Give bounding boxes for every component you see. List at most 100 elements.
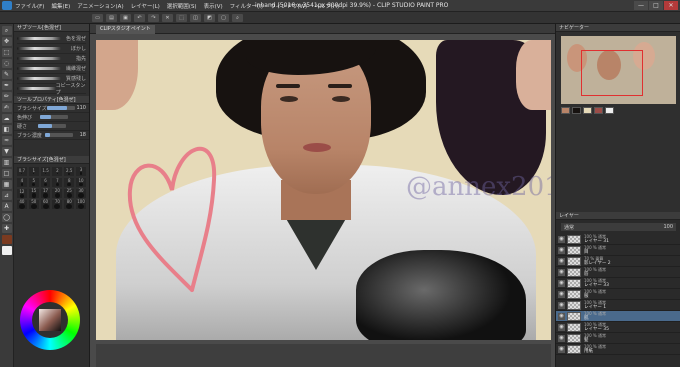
minimize-button[interactable]: — xyxy=(634,1,648,10)
opacity-value[interactable]: 100 xyxy=(663,224,673,230)
navigator-preview[interactable] xyxy=(561,36,676,104)
new-file-icon[interactable]: ▭ xyxy=(92,13,103,22)
visibility-eye-icon[interactable]: ◉ xyxy=(558,301,565,309)
layer-row[interactable]: ◉ 100 % 通常髪 xyxy=(556,333,680,344)
brush-size-cell[interactable]: 0.7 xyxy=(17,167,27,176)
brush-size-cell[interactable]: 2.5 xyxy=(64,167,75,176)
brush-item[interactable]: 色を混ぜ xyxy=(17,34,86,44)
transform-icon[interactable]: ⬚ xyxy=(176,13,187,22)
menu-edit[interactable]: 編集(E) xyxy=(51,2,70,10)
eraser-tool-icon[interactable]: ◧ xyxy=(1,125,12,134)
pen-tool-icon[interactable]: ✒ xyxy=(1,81,12,90)
brush-size-cell[interactable]: 80 xyxy=(64,200,75,209)
brush-item[interactable]: 指先 xyxy=(17,54,86,64)
layer-row[interactable]: ◉ 100 % 通常 レイヤー 31 xyxy=(556,234,680,245)
canvas-tab[interactable]: CLIPスタジオペイント xyxy=(96,25,155,34)
frame-tool-icon[interactable]: ▦ xyxy=(1,180,12,189)
pencil-tool-icon[interactable]: ✏ xyxy=(1,92,12,101)
correction-tool-icon[interactable]: ✚ xyxy=(1,224,12,233)
move-tool-icon[interactable]: ✥ xyxy=(1,37,12,46)
brush-item[interactable]: ぼかし xyxy=(17,44,86,54)
visibility-eye-icon[interactable]: ◉ xyxy=(558,257,565,265)
brush-size-cell[interactable]: 70 xyxy=(52,200,63,209)
select-tool-icon[interactable]: ⬚ xyxy=(1,48,12,57)
color-swatch[interactable] xyxy=(594,107,603,114)
border-icon[interactable]: ▢ xyxy=(218,13,229,22)
visibility-eye-icon[interactable]: ◉ xyxy=(558,345,565,353)
menu-layer[interactable]: レイヤー(L) xyxy=(131,2,160,10)
fill-tool-icon[interactable]: ▼ xyxy=(1,147,12,156)
close-button[interactable]: ✕ xyxy=(664,1,678,10)
invert-icon[interactable]: ◩ xyxy=(204,13,215,22)
color-swatch[interactable] xyxy=(605,107,614,114)
visibility-eye-icon[interactable]: ◉ xyxy=(558,290,565,298)
deselect-icon[interactable]: ◫ xyxy=(190,13,201,22)
menu-animation[interactable]: アニメーション(A) xyxy=(77,2,123,10)
brush-size-cell[interactable]: 10 xyxy=(76,178,86,187)
prop-row[interactable]: 硬さ xyxy=(14,122,89,131)
sub-color-swatch[interactable] xyxy=(1,246,12,255)
layer-row[interactable]: ◉ 100 % 通常服 xyxy=(556,289,680,300)
brush-size-cell[interactable]: 7 xyxy=(52,178,63,187)
prop-row[interactable]: ブラシ濃度 18 xyxy=(14,131,89,140)
brush-size-cell[interactable]: 60 xyxy=(40,200,51,209)
color-wheel[interactable] xyxy=(20,290,80,350)
brush-item[interactable]: コピースタンプ xyxy=(17,83,86,96)
save-icon[interactable]: ▣ xyxy=(120,13,131,22)
visibility-eye-icon[interactable]: ◉ xyxy=(558,235,565,243)
visibility-eye-icon[interactable]: ◉ xyxy=(558,334,565,342)
blend-mode-select[interactable]: 通常 xyxy=(564,224,574,231)
prop-slider[interactable] xyxy=(40,115,68,119)
menu-selection[interactable]: 選択範囲(S) xyxy=(167,2,197,10)
brush-size-cell[interactable]: 15 xyxy=(28,189,39,198)
visibility-eye-icon[interactable]: ◉ xyxy=(558,323,565,331)
layer-row[interactable]: ◉ 100 % 通常肌 xyxy=(556,311,680,322)
layer-row[interactable]: ◉ 100 % 通常 レイヤー 33 xyxy=(556,278,680,289)
brush-size-cell[interactable]: 5 xyxy=(28,178,39,187)
redo-icon[interactable]: ↷ xyxy=(148,13,159,22)
navigator-view-frame[interactable] xyxy=(581,50,643,96)
brush-size-cell[interactable]: 3 xyxy=(76,167,86,176)
brush-tool-icon[interactable]: ✍ xyxy=(1,103,12,112)
prop-slider[interactable] xyxy=(44,133,73,137)
brush-size-cell[interactable]: 12 xyxy=(17,189,27,198)
color-swatch[interactable] xyxy=(561,107,570,114)
prop-row[interactable]: 色伸び xyxy=(14,113,89,122)
brush-size-cell[interactable]: 2 xyxy=(52,167,63,176)
undo-icon[interactable]: ↶ xyxy=(134,13,145,22)
brush-size-cell[interactable]: 20 xyxy=(52,189,63,198)
clear-icon[interactable]: ✕ xyxy=(162,13,173,22)
layer-row[interactable]: ◉ 100 % 通常目 xyxy=(556,245,680,256)
color-swatch[interactable] xyxy=(572,107,581,114)
eyedropper-tool-icon[interactable]: ✎ xyxy=(1,70,12,79)
prop-slider[interactable] xyxy=(37,124,66,128)
layer-row[interactable]: ◉ 100 % 通常唇 xyxy=(556,267,680,278)
maximize-button[interactable]: □ xyxy=(649,1,663,10)
drawing-canvas[interactable]: @annex2019 xyxy=(96,40,551,340)
airbrush-tool-icon[interactable]: ☁ xyxy=(1,114,12,123)
layer-blend-opacity[interactable]: 通常 100 xyxy=(561,223,676,231)
color-swatch[interactable] xyxy=(583,107,592,114)
layer-row[interactable]: ◉ 70 % 乗算 影レイヤー 2 xyxy=(556,256,680,267)
brush-item[interactable]: 繊維混ぜ xyxy=(17,64,86,74)
brush-size-cell[interactable]: 6 xyxy=(40,178,51,187)
ruler-tool-icon[interactable]: ⊿ xyxy=(1,191,12,200)
layer-row[interactable]: ◉ 100 % 通常 レイヤー 35 xyxy=(556,322,680,333)
brush-size-cell[interactable]: 4 xyxy=(17,178,27,187)
text-tool-icon[interactable]: A xyxy=(1,202,12,211)
zoom-tool-icon[interactable]: ⌕ xyxy=(1,26,12,35)
visibility-eye-icon[interactable]: ◉ xyxy=(558,312,565,320)
brush-size-cell[interactable]: 17 xyxy=(40,189,51,198)
layer-row[interactable]: ◉ 100 % 通常 用紙 xyxy=(556,344,680,355)
saturation-value-square[interactable] xyxy=(39,309,61,331)
figure-tool-icon[interactable]: □ xyxy=(1,169,12,178)
brush-size-cell[interactable]: 40 xyxy=(17,200,27,209)
menu-view[interactable]: 表示(V) xyxy=(204,2,223,10)
balloon-tool-icon[interactable]: ◯ xyxy=(1,213,12,222)
brush-size-cell[interactable]: 25 xyxy=(64,189,75,198)
layer-row[interactable]: ◉ 100 % 通常 レイヤー 1 xyxy=(556,300,680,311)
visibility-eye-icon[interactable]: ◉ xyxy=(558,246,565,254)
brush-size-cell[interactable]: 50 xyxy=(28,200,39,209)
main-color-swatch[interactable] xyxy=(1,235,12,244)
lasso-tool-icon[interactable]: ◌ xyxy=(1,59,12,68)
